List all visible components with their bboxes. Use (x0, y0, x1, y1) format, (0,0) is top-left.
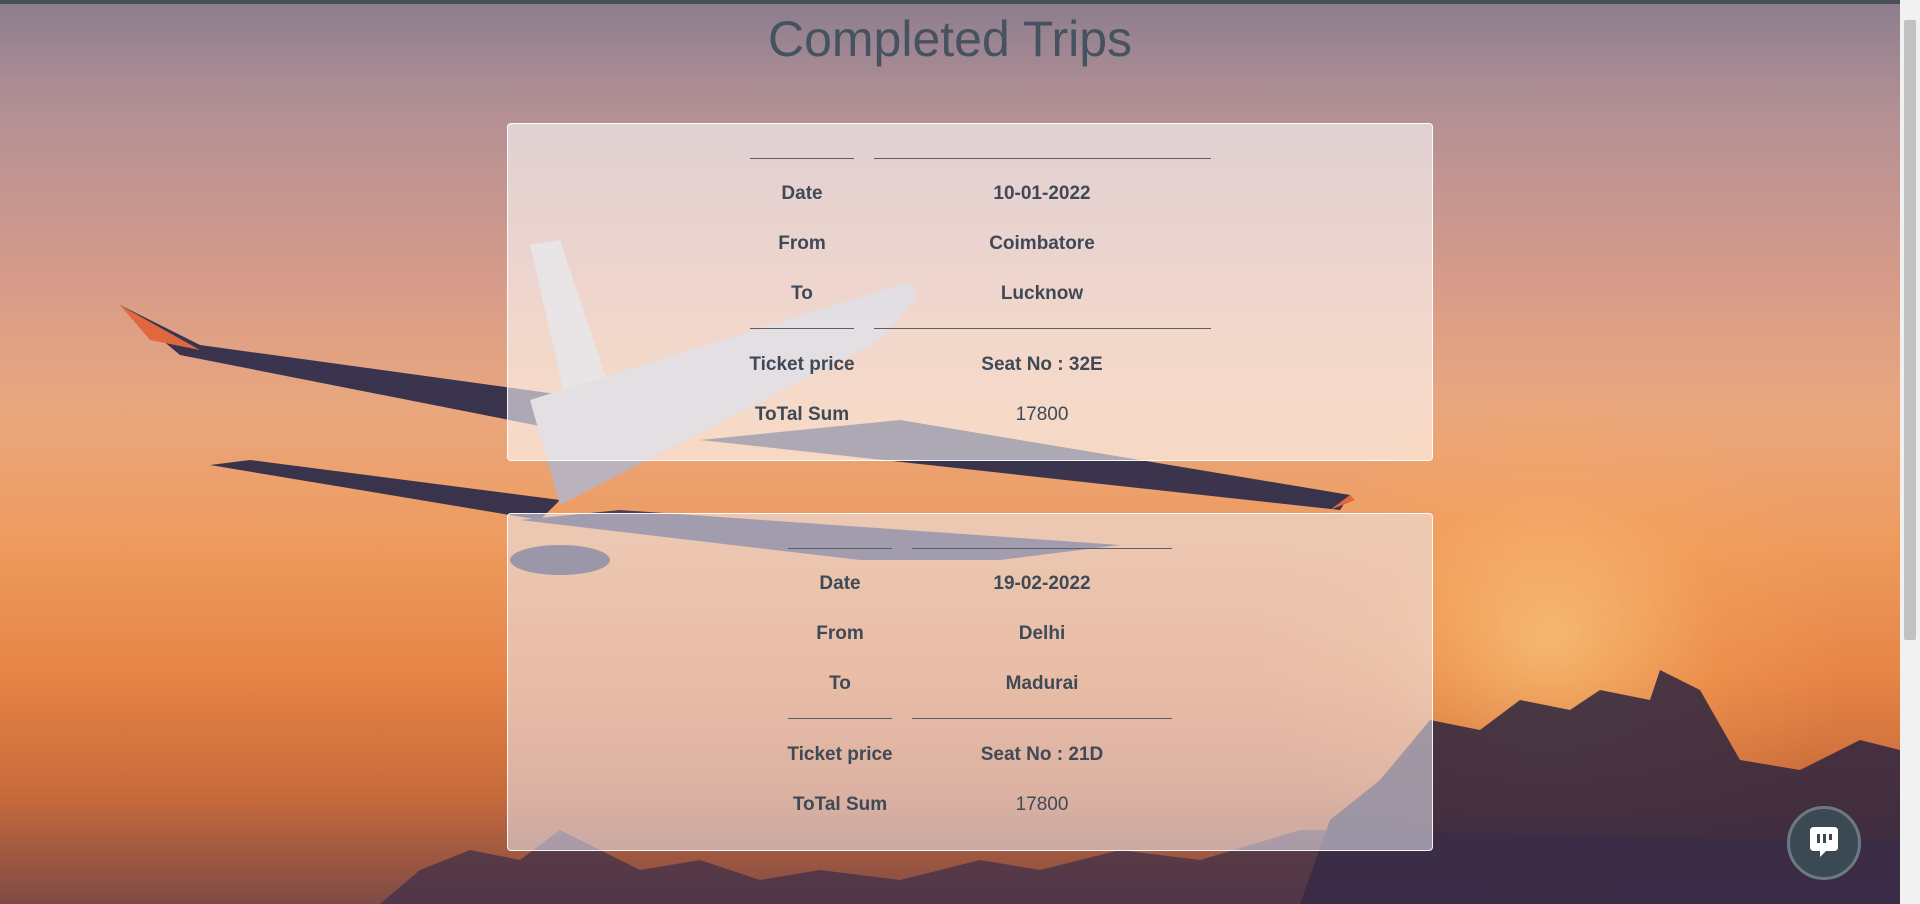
divider-line (912, 548, 1172, 549)
chat-bubble-icon (1810, 827, 1838, 857)
from-label: From (816, 623, 864, 644)
divider-line (874, 158, 1211, 159)
date-label: Date (819, 573, 861, 594)
from-value: Coimbatore (989, 233, 1095, 254)
to-label: To (829, 673, 851, 694)
date-label: Date (781, 183, 823, 204)
ticket-price-label: Ticket price (787, 744, 893, 765)
total-sum-value: 17800 (1015, 404, 1069, 425)
chat-button[interactable] (1787, 806, 1861, 880)
to-value: Madurai (1005, 673, 1079, 694)
to-value: Lucknow (1000, 283, 1084, 304)
from-value: Delhi (1018, 623, 1066, 644)
seat-number: Seat No : 32E (981, 354, 1103, 375)
to-label: To (791, 283, 813, 304)
page-title: Completed Trips (767, 11, 1133, 67)
date-value: 19-02-2022 (993, 573, 1091, 594)
divider-line (788, 548, 892, 549)
date-value: 10-01-2022 (993, 183, 1091, 204)
scrollbar-thumb[interactable] (1904, 20, 1916, 640)
divider-line (750, 158, 854, 159)
from-label: From (778, 233, 826, 254)
divider-line (874, 328, 1211, 329)
divider-line (912, 718, 1172, 719)
trip-card: Date 10-01-2022 From Coimbatore To Luckn… (507, 123, 1433, 461)
divider-line (788, 718, 892, 719)
total-sum-value: 17800 (1015, 794, 1069, 815)
divider-line (750, 328, 854, 329)
total-sum-label: ToTal Sum (792, 794, 888, 815)
page-scrollbar[interactable] (1900, 0, 1920, 904)
ticket-price-label: Ticket price (749, 354, 855, 375)
seat-number: Seat No : 21D (980, 744, 1104, 765)
trip-card: Date 19-02-2022 From Delhi To Madurai Ti… (507, 513, 1433, 851)
total-sum-label: ToTal Sum (754, 404, 850, 425)
